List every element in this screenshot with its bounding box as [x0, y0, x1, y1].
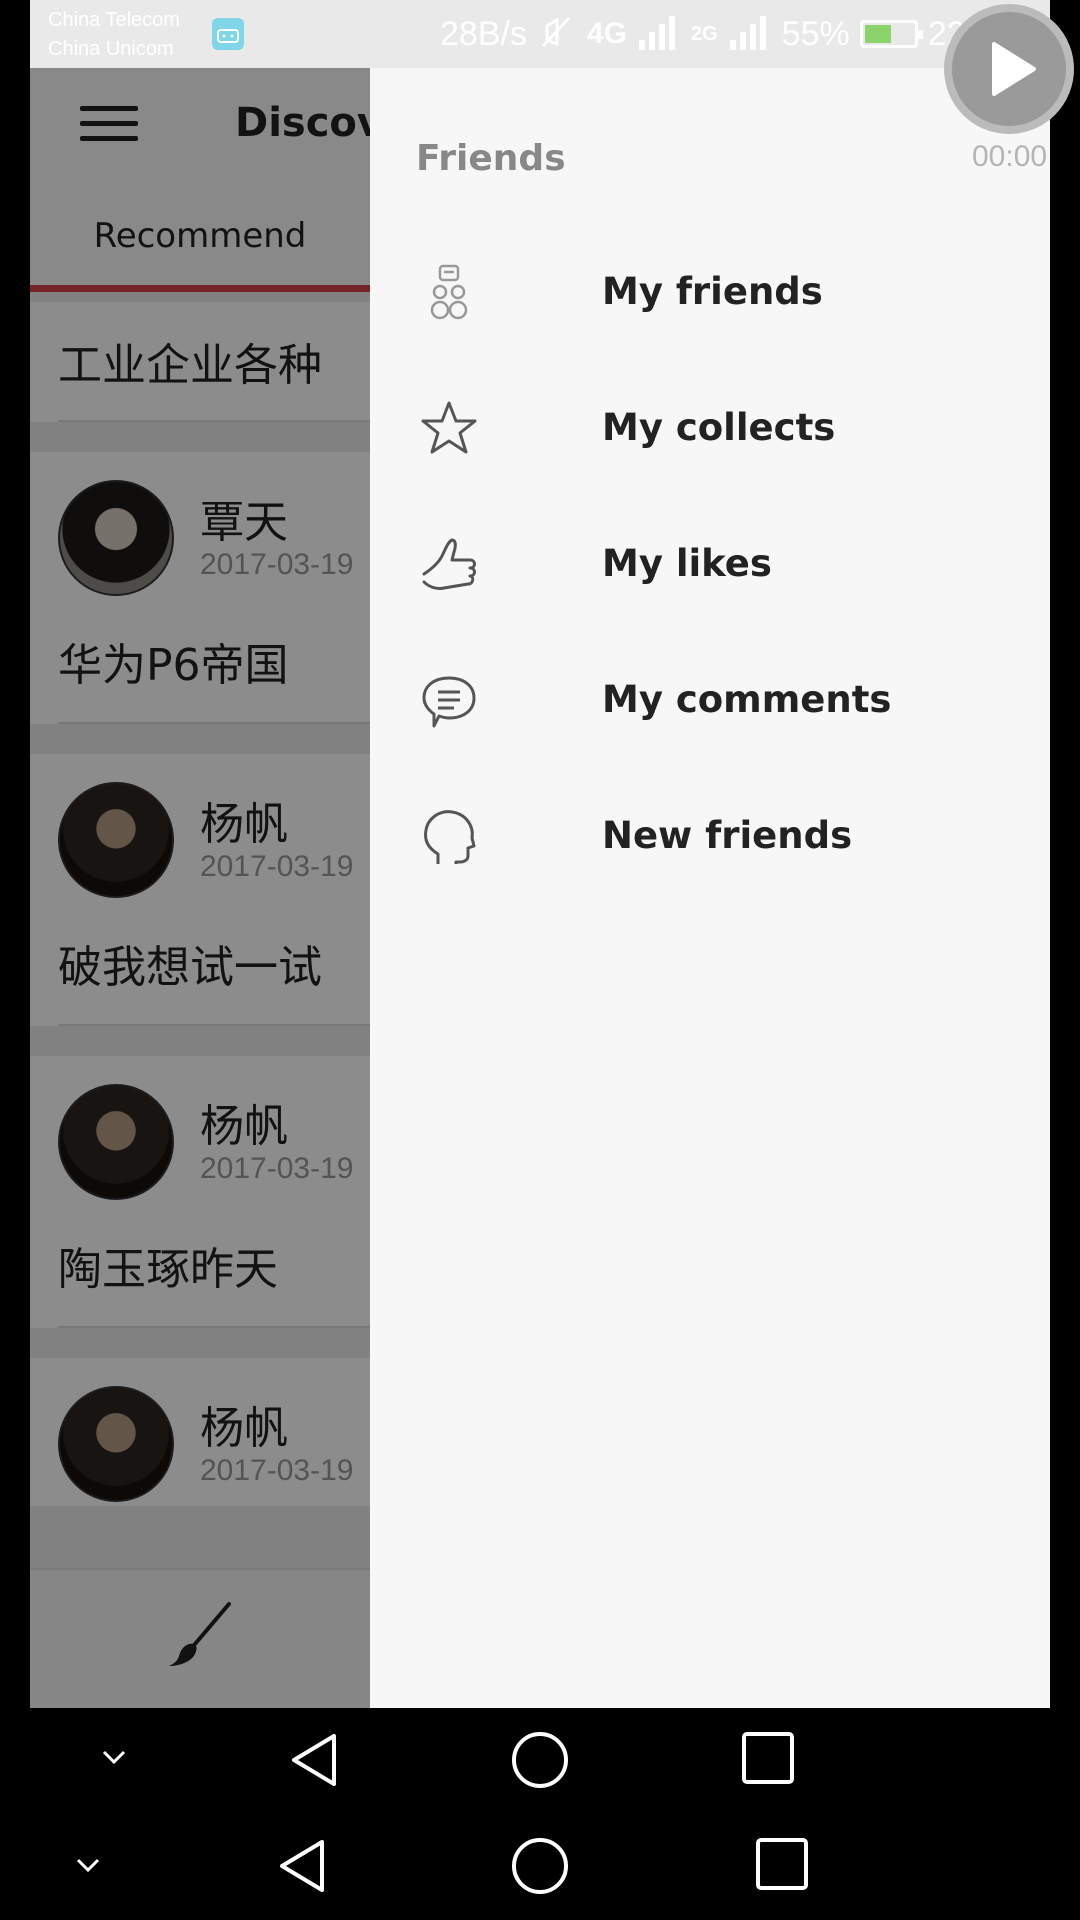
drawer-item-new-friends[interactable]: New friends	[370, 770, 1050, 906]
drawer-item-label: My comments	[602, 678, 892, 721]
system-nav-bar	[30, 1708, 1050, 1814]
drawer-item-label: My friends	[602, 270, 823, 313]
home-icon[interactable]	[510, 1730, 570, 1794]
recents-icon[interactable]	[740, 1730, 796, 1790]
system-nav-bar-secondary	[30, 1814, 1050, 1920]
signal-icon-2	[728, 12, 772, 57]
home-icon[interactable]	[510, 1836, 570, 1900]
drawer-title: Friends	[416, 138, 566, 179]
head-icon	[418, 806, 480, 868]
comment-icon	[418, 670, 480, 732]
drawer-item-my-comments[interactable]: My comments	[370, 634, 1050, 770]
status-bar: China Telecom China Unicom 28B/s 4G 2G 5…	[30, 0, 1050, 68]
drawer-item-label: My likes	[602, 542, 772, 585]
battery-icon	[859, 20, 923, 48]
star-icon	[418, 398, 480, 460]
navigation-drawer: Friends My friends My collects My likes …	[370, 68, 1050, 1708]
carrier-1: China Telecom	[48, 9, 180, 31]
network-2g: 2G	[690, 22, 718, 45]
back-icon[interactable]	[286, 1730, 342, 1794]
carrier-2: China Unicom	[48, 38, 174, 60]
carrier-labels: China Telecom China Unicom	[48, 6, 180, 64]
chevron-down-icon[interactable]	[96, 1746, 132, 1774]
chevron-down-icon[interactable]	[70, 1854, 106, 1882]
drawer-item-label: New friends	[602, 814, 853, 857]
signal-icon	[637, 12, 681, 57]
android-debug-icon	[212, 18, 244, 50]
drawer-item-my-likes[interactable]: My likes	[370, 498, 1050, 634]
drawer-item-my-friends[interactable]: My friends	[370, 226, 1050, 362]
mute-icon	[537, 12, 577, 57]
drawer-item-label: My collects	[602, 406, 836, 449]
back-icon[interactable]	[274, 1836, 330, 1900]
thumbs-up-icon	[418, 534, 480, 596]
status-indicators: 28B/s 4G 2G 55% 22:08	[440, 10, 1013, 58]
recents-icon[interactable]	[754, 1836, 810, 1896]
record-play-button[interactable]	[944, 4, 1074, 134]
battery-percent: 55%	[781, 14, 850, 53]
net-speed: 28B/s	[440, 14, 527, 53]
drawer-item-my-collects[interactable]: My collects	[370, 362, 1050, 498]
friends-icon	[418, 262, 480, 324]
network-4g: 4G	[586, 17, 627, 50]
drawer-scrim[interactable]	[30, 68, 370, 1708]
record-timer: 00:00	[972, 140, 1048, 173]
